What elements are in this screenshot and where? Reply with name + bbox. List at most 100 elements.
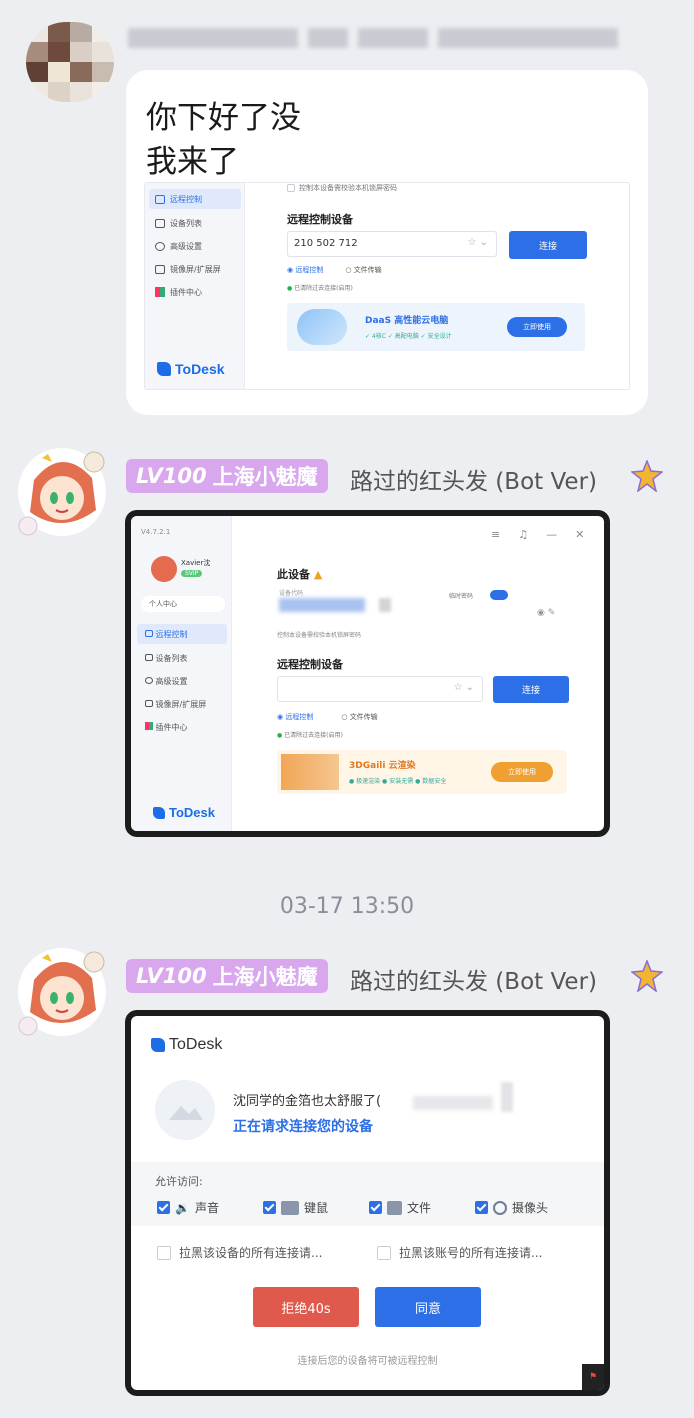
keyboard-icon (281, 1200, 299, 1215)
sidebar-item-plugins: 插件中心 (149, 282, 241, 302)
badge-title: 上海小魅魔 (212, 465, 318, 489)
sidebar-item-mirror: 镜像屏/扩展屏 (145, 699, 206, 710)
close-icon: ✕ (575, 528, 585, 541)
todesk-screenshot-1[interactable]: 远程控制 设备列表 高级设置 镜像屏/扩展屏 插件中心 ToDesk 控制本设备… (144, 182, 630, 390)
mountain-icon (169, 1106, 203, 1120)
star-chevron-icon: ☆ ⌄ (467, 237, 488, 248)
ad-banner: 3DGaili 云渲染 ● 极速渲染 ● 安装无需 ● 数据安全 立即使用 (277, 750, 567, 794)
user-tag: SVIP (181, 570, 203, 577)
connect-button: 连接 (509, 231, 587, 259)
mode-file: ○ 文件传输 (345, 266, 382, 274)
bot-avatar[interactable] (12, 440, 112, 540)
block-account-option: 拉黑该账号的所有连接请... (377, 1244, 542, 1261)
connect-button: 连接 (493, 676, 569, 703)
permissions-panel (131, 1162, 604, 1226)
devices-icon (145, 654, 153, 661)
mode-options: ◉ 远程控制 ○ 文件传输 (287, 265, 382, 275)
sender-nickname[interactable]: 路过的红头发 (Bot Ver) (350, 462, 597, 496)
ad-title: DaaS 高性能云电脑 (365, 316, 449, 326)
todesk-screenshot-2[interactable]: V4.7.2.1 Xavier沈 SVIP 个人中心 远程控制 设备列表 高级设… (125, 510, 610, 837)
status-text: ● 已清除过去连接(启用) (287, 285, 353, 292)
todesk-logo-icon (151, 1038, 165, 1052)
window-controls: ≡ ♫ — ✕ (491, 528, 584, 541)
accept-button: 同意 (375, 1287, 481, 1327)
this-device-title: 此设备 ▲ (277, 568, 323, 581)
todesk-logo: ToDesk (151, 1036, 222, 1054)
sidebar-item-settings: 高级设置 (149, 236, 241, 256)
allow-label: 允许访问: (155, 1175, 203, 1188)
sender-nickname[interactable]: 路过的红头发 (Bot Ver) (350, 962, 597, 996)
sidebar-item-devices: 设备列表 (149, 213, 241, 233)
username: Xavier沈 (181, 559, 211, 567)
plugins-icon (145, 722, 153, 730)
monitor-icon (145, 630, 153, 637)
requester-avatar (155, 1080, 215, 1140)
message-line: 我来了 (146, 144, 239, 180)
top-option: 控制本设备需校验本机锁屏密码 (277, 632, 362, 639)
section-title: 远程控制设备 (287, 213, 353, 226)
eye-edit-icons: ◉ ✎ (537, 608, 556, 618)
monitor-icon (155, 194, 165, 204)
mode-remote: ◉ 远程控制 (277, 713, 314, 721)
temp-password-label: 临时密码 (449, 593, 474, 600)
ad-button: 立即使用 (491, 762, 553, 782)
diamond-star-icon (631, 460, 663, 492)
ad-banner: DaaS 高性能云电脑 ✓ 4核C ✓ 高配电脑 ✓ 安全设计 立即使用 (287, 303, 585, 351)
checkbox-icon (377, 1245, 391, 1260)
devices-icon (155, 218, 165, 228)
top-option: 控制本设备需校验本机锁屏密码 (287, 183, 397, 193)
checkbox-checked-icon (263, 1201, 276, 1214)
mode-file: ○ 文件传输 (341, 713, 378, 721)
star-chevron-icon: ☆ ⌄ (453, 682, 474, 693)
ad-button: 立即使用 (507, 317, 567, 337)
requester-name: 沈同学的金箔也太舒服了( (233, 1094, 382, 1109)
camera-icon (493, 1200, 507, 1215)
level-text: LV100 (136, 464, 207, 488)
minimize-icon: — (546, 528, 558, 541)
message-text: 你下好了没 我来了 (146, 96, 301, 184)
device-code-input: ☆ ⌄ (277, 676, 483, 702)
status-text: ● 已清除过去连接(启用) (277, 732, 343, 739)
sender-name-blurred (128, 28, 618, 50)
todesk-logo: ToDesk (157, 361, 225, 377)
mode-options: ◉ 远程控制 ○ 文件传输 (277, 712, 378, 722)
sidebar-item-remote: 远程控制 (137, 624, 227, 644)
menu-icon: ≡ (491, 528, 501, 541)
perm-keyboard-mouse: 键鼠 (263, 1199, 328, 1216)
footer-note: 连接后您的设备将可被远程控制 (297, 1356, 438, 1367)
checkbox-checked-icon (369, 1201, 382, 1214)
diamond-star-icon (631, 960, 663, 992)
checkbox-checked-icon (475, 1201, 488, 1214)
speaker-icon: 🔉 (175, 1200, 190, 1215)
perm-sound: 🔉 声音 (157, 1199, 219, 1216)
bell-icon: ♫ (518, 528, 529, 541)
status-dot-icon: ● (287, 285, 293, 292)
badge-title: 上海小魅魔 (212, 965, 318, 989)
plugins-icon (155, 287, 165, 297)
folder-icon (387, 1200, 402, 1215)
corner-badge-icon: ⚑ (582, 1364, 604, 1390)
sidebar-item-remote: 远程控制 (149, 189, 241, 209)
blur-fragment (379, 598, 391, 612)
perm-camera: 摄像头 (475, 1199, 548, 1216)
checkbox-icon (157, 1245, 171, 1260)
todesk-screenshot-3[interactable]: ToDesk 沈同学的金箔也太舒服了( 正在请求连接您的设备 允许访问: 🔉 声音… (125, 1010, 610, 1396)
level-text: LV100 (136, 964, 207, 988)
ad-graphic (281, 754, 339, 790)
warning-icon: ▲ (313, 568, 323, 581)
mirror-icon (145, 700, 153, 707)
chat-timestamp: 03-17 13:50 (279, 894, 415, 919)
sender-avatar[interactable] (26, 22, 114, 102)
reject-button: 拒绝40s (253, 1287, 359, 1327)
level-badge: LV100 上海小魅魔 (126, 459, 328, 493)
sidebar-item-mirror: 镜像屏/扩展屏 (149, 259, 241, 279)
todesk-request-dialog: ToDesk 沈同学的金箔也太舒服了( 正在请求连接您的设备 允许访问: 🔉 声音… (131, 1016, 604, 1390)
todesk-logo-icon (157, 362, 171, 376)
sidebar-item-plugins: 插件中心 (145, 722, 188, 733)
todesk-window: V4.7.2.1 Xavier沈 SVIP 个人中心 远程控制 设备列表 高级设… (131, 516, 604, 831)
bot-avatar[interactable] (12, 940, 112, 1040)
requester-name-blurred (413, 1096, 493, 1110)
checkbox-checked-icon (157, 1201, 170, 1214)
personal-center: 个人中心 (141, 596, 225, 612)
device-code-input: 210 502 712 ☆ ⌄ (287, 231, 497, 257)
